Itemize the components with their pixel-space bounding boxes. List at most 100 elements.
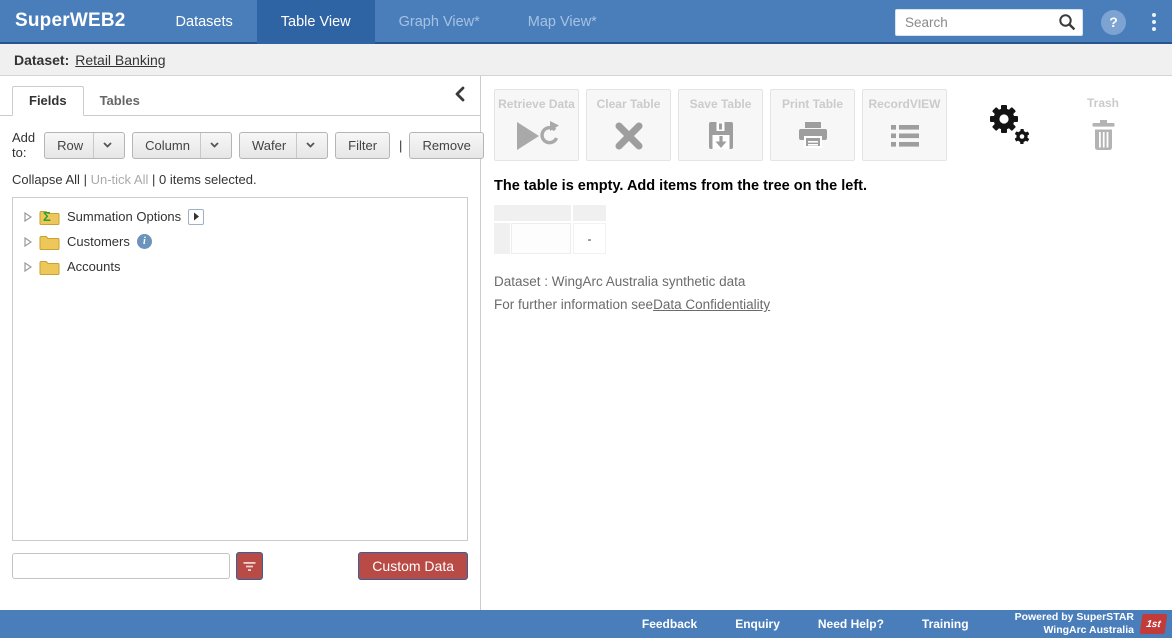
table-options-gear-icon[interactable] bbox=[986, 102, 1032, 149]
clear-x-icon bbox=[615, 119, 643, 160]
powered-line1: Powered by SuperSTAR bbox=[1015, 611, 1134, 624]
training-link[interactable]: Training bbox=[922, 617, 969, 631]
table-row-header-cell bbox=[511, 223, 571, 254]
table-view-panel: Retrieve Data Clear Table Save Table bbox=[481, 76, 1172, 610]
navbar-right-group: ? bbox=[895, 0, 1172, 44]
add-to-column-dropdown[interactable]: Column bbox=[132, 132, 232, 159]
retrieve-data-label: Retrieve Data bbox=[498, 97, 575, 111]
button-separator: | bbox=[399, 138, 402, 153]
collapse-panel-icon[interactable] bbox=[454, 86, 466, 107]
trash-label: Trash bbox=[1087, 96, 1119, 110]
recordview-label: RecordVIEW bbox=[868, 97, 940, 111]
collapse-all-link[interactable]: Collapse All bbox=[12, 172, 80, 187]
field-selection-panel: Fields Tables Add to: Row Column Wafer F… bbox=[0, 76, 481, 610]
add-to-row: Add to: Row Column Wafer Filter | Remove bbox=[0, 116, 480, 160]
footer-links: Feedback Enquiry Need Help? Training bbox=[642, 617, 969, 631]
nav-tab-map-view[interactable]: Map View* bbox=[504, 0, 621, 44]
separator: | bbox=[84, 172, 87, 187]
search-icon[interactable] bbox=[1058, 13, 1076, 31]
tree-item-accounts[interactable]: Accounts bbox=[17, 254, 463, 279]
add-to-label: Add to: bbox=[12, 130, 35, 160]
search-box bbox=[895, 9, 1083, 36]
expand-triangle-icon[interactable] bbox=[21, 262, 35, 272]
main-area: Fields Tables Add to: Row Column Wafer F… bbox=[0, 76, 1172, 610]
tree-item-customers[interactable]: Customers i bbox=[17, 229, 463, 254]
dataset-info-text: Dataset : WingArc Australia synthetic da… bbox=[494, 274, 1172, 289]
sigma-glyph: Σ bbox=[43, 209, 51, 225]
add-to-row-dropdown[interactable]: Row bbox=[44, 132, 125, 159]
folder-icon bbox=[39, 259, 60, 275]
field-tree: Σ Summation Options Customers i bbox=[12, 197, 468, 541]
powered-by-text: Powered by SuperSTAR WingArc Australia bbox=[1015, 611, 1134, 637]
table-row-stub-cell bbox=[494, 223, 510, 254]
superstar-1st-logo: 1st bbox=[1140, 614, 1168, 634]
column-dropdown-label: Column bbox=[145, 138, 190, 153]
printer-icon bbox=[798, 119, 828, 160]
add-to-wafer-dropdown[interactable]: Wafer bbox=[239, 132, 328, 159]
expand-triangle-icon[interactable] bbox=[21, 212, 35, 222]
row-dropdown-label: Row bbox=[57, 138, 83, 153]
table-header-cell bbox=[494, 205, 571, 221]
app-logo: SuperWEB2 bbox=[0, 0, 152, 44]
folder-sigma-icon: Σ bbox=[39, 209, 60, 225]
table-header-cell bbox=[573, 205, 606, 221]
tree-item-label[interactable]: Accounts bbox=[67, 259, 120, 274]
tab-tables[interactable]: Tables bbox=[84, 87, 156, 115]
empty-table-message: The table is empty. Add items from the t… bbox=[494, 178, 1172, 194]
trash-icon bbox=[1090, 120, 1117, 159]
tree-item-label[interactable]: Summation Options bbox=[67, 209, 181, 224]
save-floppy-icon bbox=[708, 119, 734, 160]
tree-item-label[interactable]: Customers bbox=[67, 234, 130, 249]
nav-tab-graph-view[interactable]: Graph View* bbox=[375, 0, 504, 44]
clear-table-button[interactable]: Clear Table bbox=[586, 89, 671, 161]
confidentiality-prefix: For further information see bbox=[494, 297, 653, 312]
help-icon[interactable]: ? bbox=[1101, 10, 1126, 35]
folder-icon bbox=[39, 234, 60, 250]
tree-item-summation-options[interactable]: Σ Summation Options bbox=[17, 204, 463, 229]
play-refresh-icon bbox=[515, 119, 559, 160]
confidentiality-note: For further information seeData Confiden… bbox=[494, 297, 1172, 312]
untick-all-link[interactable]: Un-tick All bbox=[91, 172, 149, 187]
custom-data-button[interactable]: Custom Data bbox=[358, 552, 468, 580]
search-input[interactable] bbox=[905, 15, 1058, 30]
chevron-down-icon[interactable] bbox=[296, 133, 315, 158]
wafer-dropdown-label: Wafer bbox=[252, 138, 286, 153]
recordview-button[interactable]: RecordVIEW bbox=[862, 89, 947, 161]
filter-button[interactable]: Filter bbox=[335, 132, 390, 159]
print-table-label: Print Table bbox=[782, 97, 843, 111]
print-table-button[interactable]: Print Table bbox=[770, 89, 855, 161]
tree-filter-button[interactable] bbox=[236, 552, 263, 580]
overflow-menu-icon[interactable] bbox=[1148, 9, 1160, 35]
empty-table-placeholder: - bbox=[494, 205, 1172, 254]
enquiry-link[interactable]: Enquiry bbox=[735, 617, 780, 631]
expand-triangle-icon[interactable] bbox=[21, 237, 35, 247]
remove-button[interactable]: Remove bbox=[409, 132, 483, 159]
need-help-link[interactable]: Need Help? bbox=[818, 617, 884, 631]
left-panel-tabs: Fields Tables bbox=[0, 76, 480, 116]
info-icon[interactable]: i bbox=[137, 234, 152, 249]
tree-search-input[interactable] bbox=[12, 553, 230, 579]
nav-tab-datasets[interactable]: Datasets bbox=[152, 0, 257, 44]
data-confidentiality-link[interactable]: Data Confidentiality bbox=[653, 297, 770, 312]
selection-links-row: Collapse All | Un-tick All | 0 items sel… bbox=[0, 160, 480, 187]
powered-line2: WingArc Australia bbox=[1015, 624, 1134, 637]
footer-bar: Feedback Enquiry Need Help? Training Pow… bbox=[0, 610, 1172, 638]
dataset-bar: Dataset: Retail Banking bbox=[0, 44, 1172, 76]
items-selected-text: 0 items selected. bbox=[159, 172, 257, 187]
retrieve-data-button[interactable]: Retrieve Data bbox=[494, 89, 579, 161]
tab-fields[interactable]: Fields bbox=[12, 86, 84, 116]
dataset-link[interactable]: Retail Banking bbox=[75, 52, 165, 68]
dataset-label: Dataset: bbox=[14, 52, 69, 68]
separator: | bbox=[152, 172, 155, 187]
clear-table-label: Clear Table bbox=[597, 97, 661, 111]
open-summation-icon[interactable] bbox=[188, 209, 204, 225]
trash-dropzone[interactable]: Trash bbox=[1087, 89, 1119, 159]
nav-tab-table-view[interactable]: Table View bbox=[257, 0, 375, 44]
record-list-icon bbox=[891, 119, 919, 160]
save-table-button[interactable]: Save Table bbox=[678, 89, 763, 161]
feedback-link[interactable]: Feedback bbox=[642, 617, 697, 631]
save-table-label: Save Table bbox=[690, 97, 752, 111]
table-data-cell: - bbox=[573, 223, 606, 254]
chevron-down-icon[interactable] bbox=[93, 133, 112, 158]
chevron-down-icon[interactable] bbox=[200, 133, 219, 158]
